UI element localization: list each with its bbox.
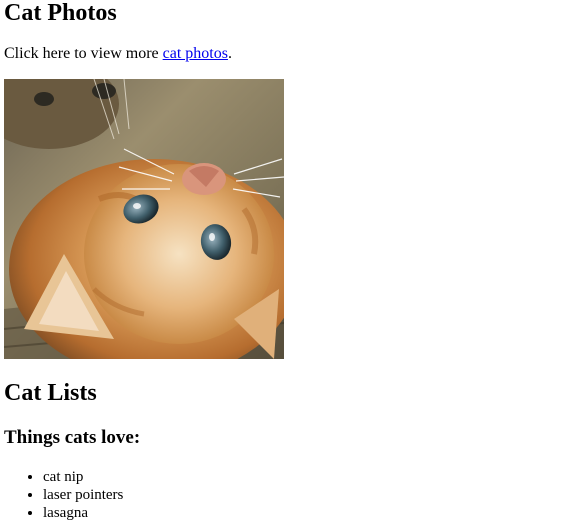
list-item: laser pointers [43, 486, 123, 504]
heading-cat-lists: Cat Lists [4, 380, 97, 406]
cat-photo-image[interactable] [4, 79, 284, 359]
list-item: cat nip [43, 468, 123, 486]
intro-suffix: . [227, 45, 232, 62]
heading-cat-photos: Cat Photos [4, 0, 117, 26]
intro-paragraph: Click here to view more cat photos. [4, 45, 232, 63]
list-item: lasagna [43, 504, 123, 522]
things-cats-love-list: cat nip laser pointers lasagna [4, 468, 123, 522]
heading-things-cats-love: Things cats love: [4, 427, 141, 448]
cat-photos-link[interactable]: cat photos [163, 45, 228, 62]
intro-prefix: Click here to view more [4, 45, 163, 62]
